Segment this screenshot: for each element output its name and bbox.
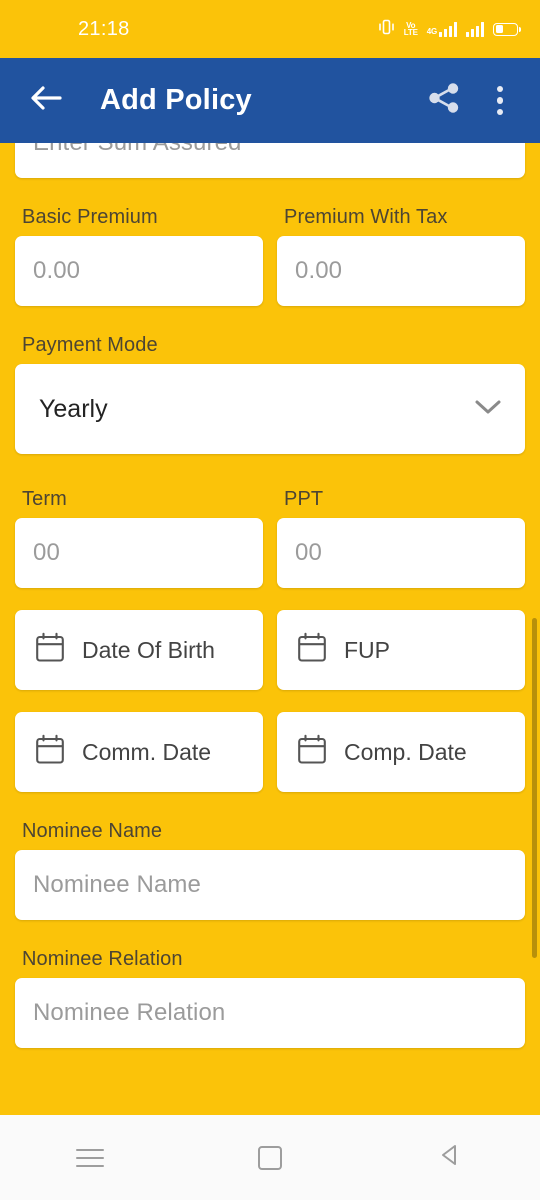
status-bar: 21:18 Vo LTE 4G: [0, 0, 540, 58]
premium-with-tax-input[interactable]: 0.00: [277, 236, 525, 306]
phone-screen: 21:18 Vo LTE 4G Add Policy Basic Premium…: [0, 0, 540, 1200]
payment-mode-select[interactable]: Yearly: [15, 364, 525, 454]
form-content: Enter Sum Assured Basic Premium 0.00 Pre…: [0, 143, 540, 1082]
basic-premium-placeholder: 0.00: [33, 257, 81, 284]
home-button[interactable]: [230, 1128, 310, 1188]
comp-date-button[interactable]: Comp. Date: [277, 712, 525, 792]
calendar-icon: [35, 632, 65, 668]
nominee-relation-label: Nominee Relation: [22, 948, 183, 970]
vibrate-icon: [378, 19, 395, 40]
comm-date-label: Comm. Date: [82, 738, 212, 765]
vertical-scrollbar[interactable]: [532, 618, 537, 958]
page-title: Add Policy: [100, 84, 252, 116]
ppt-group: PPT 00: [277, 488, 525, 588]
dob-group: Date Of Birth: [15, 610, 263, 690]
fup-label: FUP: [344, 636, 390, 663]
nominee-name-placeholder: Nominee Name: [33, 871, 201, 898]
ppt-input[interactable]: 00: [277, 518, 525, 588]
share-button[interactable]: [416, 73, 472, 129]
menu-icon: [76, 1148, 104, 1167]
back-button[interactable]: [15, 70, 77, 132]
basic-premium-input[interactable]: 0.00: [15, 236, 263, 306]
app-bar: Add Policy: [0, 58, 540, 143]
term-ppt-row: Term 00 PPT 00: [15, 488, 525, 588]
term-input[interactable]: 00: [15, 518, 263, 588]
comm-date-button[interactable]: Comm. Date: [15, 712, 263, 792]
form-scroll-area[interactable]: Enter Sum Assured Basic Premium 0.00 Pre…: [0, 143, 540, 1115]
premium-with-tax-placeholder: 0.00: [295, 257, 343, 284]
dob-fup-row: Date Of Birth FUP: [15, 610, 525, 690]
recents-button[interactable]: [50, 1128, 130, 1188]
premium-row: Basic Premium 0.00 Premium With Tax 0.00: [15, 206, 525, 306]
back-arrow-icon: [29, 83, 63, 118]
signal-icon: [466, 21, 484, 37]
comm-date-group: Comm. Date: [15, 712, 263, 792]
basic-premium-label: Basic Premium: [22, 206, 158, 228]
status-time: 21:18: [78, 17, 130, 40]
back-triangle-icon: [437, 1142, 463, 1173]
more-vertical-icon: [496, 85, 504, 116]
back-nav-button[interactable]: [410, 1128, 490, 1188]
ppt-label: PPT: [284, 488, 324, 510]
battery-icon: [493, 22, 521, 36]
nominee-name-label: Nominee Name: [22, 820, 163, 842]
comm-comp-date-row: Comm. Date Comp. Date: [15, 712, 525, 792]
nominee-name-input[interactable]: Nominee Name: [15, 850, 525, 920]
payment-mode-label: Payment Mode: [22, 334, 158, 356]
term-placeholder: 00: [33, 539, 60, 566]
payment-mode-value: Yearly: [39, 394, 108, 423]
chevron-down-icon: [473, 397, 503, 422]
volte-icon: Vo LTE: [403, 20, 418, 37]
overflow-menu-button[interactable]: [472, 73, 528, 129]
android-nav-bar: [0, 1115, 540, 1200]
share-icon: [427, 81, 461, 120]
calendar-icon: [35, 734, 65, 770]
fup-group: FUP: [277, 610, 525, 690]
ppt-placeholder: 00: [295, 539, 322, 566]
calendar-icon: [297, 734, 327, 770]
premium-with-tax-group: Premium With Tax 0.00: [277, 206, 525, 306]
sum-assured-placeholder: Enter Sum Assured: [33, 143, 241, 157]
calendar-icon: [297, 632, 327, 668]
fup-button[interactable]: FUP: [277, 610, 525, 690]
term-label: Term: [22, 488, 67, 510]
nominee-relation-placeholder: Nominee Relation: [33, 999, 226, 1026]
basic-premium-group: Basic Premium 0.00: [15, 206, 263, 306]
nominee-relation-input[interactable]: Nominee Relation: [15, 978, 525, 1048]
date-of-birth-button[interactable]: Date Of Birth: [15, 610, 263, 690]
home-square-icon: [258, 1145, 282, 1170]
comp-date-group: Comp. Date: [277, 712, 525, 792]
premium-with-tax-label: Premium With Tax: [284, 206, 448, 228]
comp-date-label: Comp. Date: [344, 738, 467, 765]
term-group: Term 00: [15, 488, 263, 588]
signal-4g-icon: 4G: [427, 21, 457, 37]
sum-assured-input[interactable]: Enter Sum Assured: [15, 143, 525, 178]
date-of-birth-label: Date Of Birth: [82, 636, 215, 663]
status-icons: Vo LTE 4G: [378, 19, 522, 40]
app-bar-actions: [416, 73, 540, 129]
